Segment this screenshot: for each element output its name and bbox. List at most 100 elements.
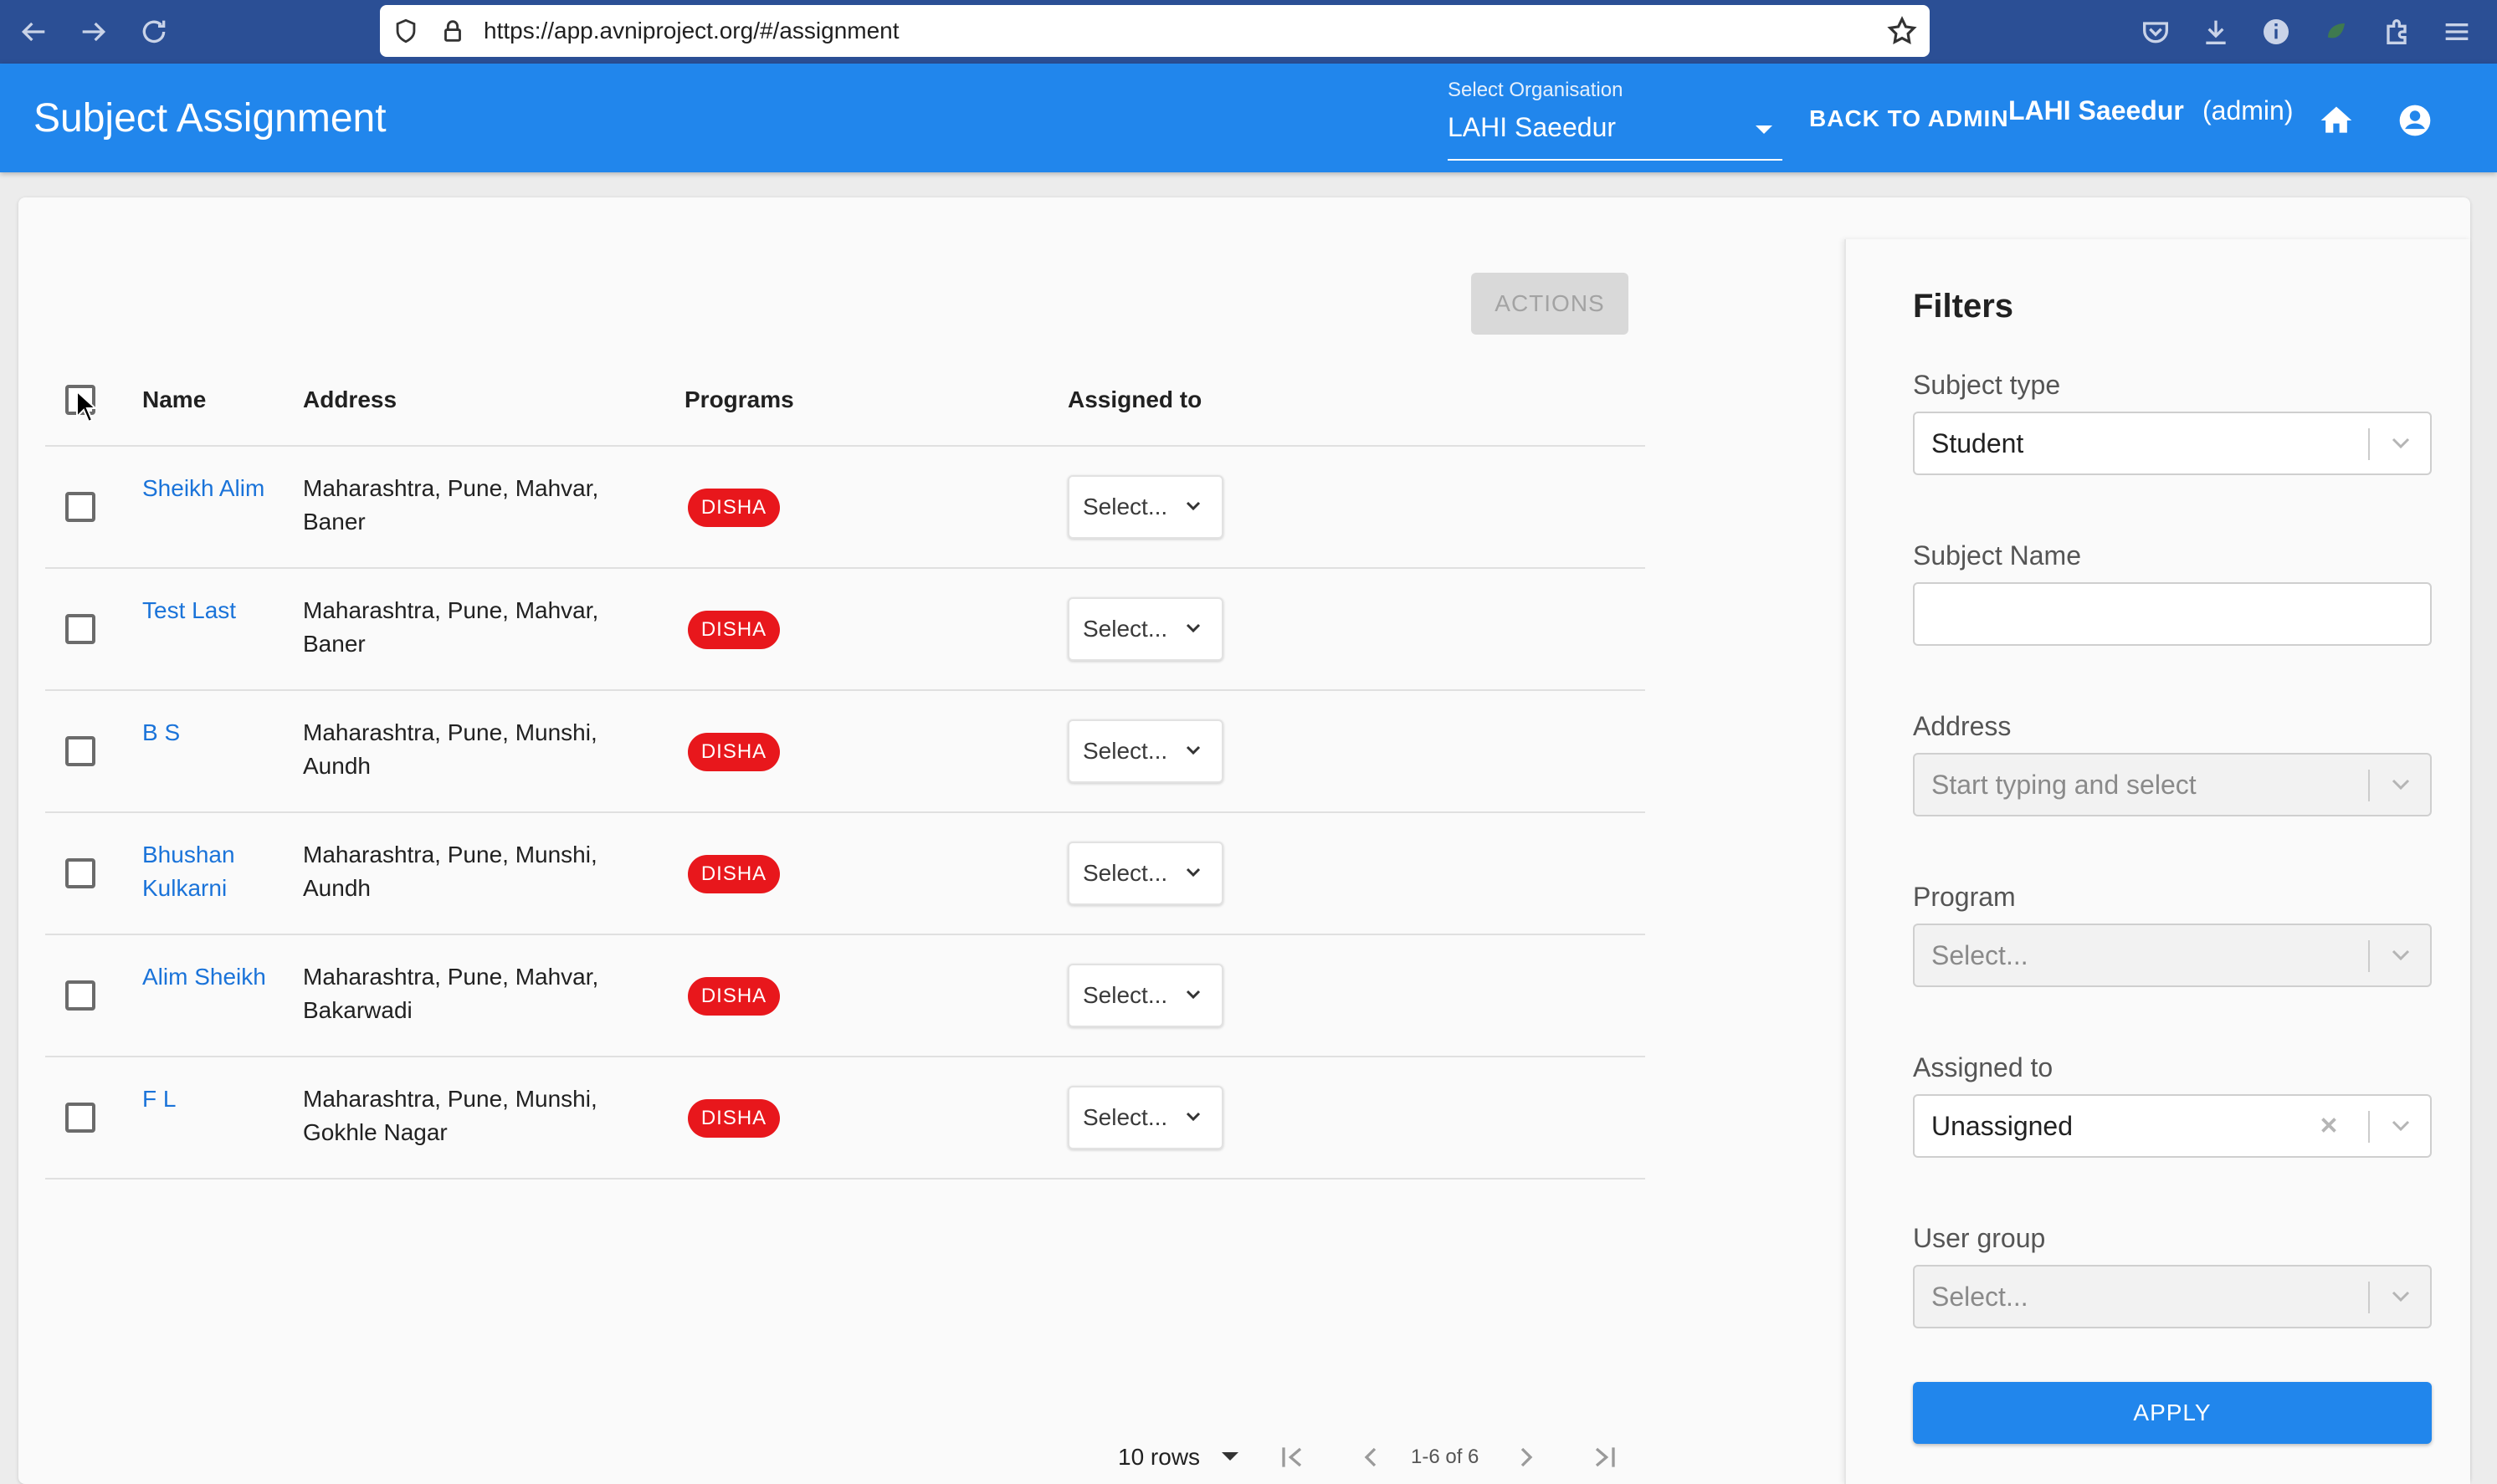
- table-row: F L Maharashtra, Pune, Munshi, Gokhle Na…: [45, 1057, 1645, 1180]
- table-row: Sheikh Alim Maharashtra, Pune, Mahvar, B…: [45, 447, 1645, 569]
- address-bar[interactable]: https://app.avniproject.org/#/assignment: [380, 5, 1930, 57]
- download-icon[interactable]: [2199, 15, 2233, 49]
- select-divider: [2368, 940, 2370, 972]
- assigned-to-select[interactable]: Unassigned: [1913, 1094, 2432, 1158]
- home-icon[interactable]: [2318, 102, 2355, 139]
- select-divider: [2368, 1282, 2370, 1313]
- next-page-icon[interactable]: [1510, 1441, 1543, 1474]
- chevron-down-icon[interactable]: [1185, 867, 1202, 878]
- first-page-icon[interactable]: [1275, 1441, 1309, 1474]
- rows-per-page-select[interactable]: 10 rows: [1118, 1432, 1200, 1482]
- info-icon[interactable]: [2259, 15, 2293, 49]
- page-range: 1-6 of 6: [1411, 1446, 1479, 1468]
- caret-down-icon[interactable]: [1222, 1452, 1238, 1461]
- table-row: Bhushan Kulkarni Maharashtra, Pune, Muns…: [45, 813, 1645, 935]
- user-group-select[interactable]: Select...: [1913, 1265, 2432, 1328]
- assign-select[interactable]: Select...: [1068, 597, 1223, 661]
- program-chip: DISHA: [688, 977, 780, 1016]
- column-header-programs[interactable]: Programs: [684, 368, 794, 432]
- shield-icon[interactable]: [392, 17, 420, 45]
- last-page-icon[interactable]: [1588, 1441, 1622, 1474]
- program-placeholder[interactable]: Select...: [1931, 925, 2028, 985]
- chevron-down-icon[interactable]: [1185, 500, 1202, 512]
- subject-name-input[interactable]: [1913, 582, 2432, 646]
- subject-name-label: Subject Name: [1913, 540, 2081, 571]
- user-group-placeholder[interactable]: Select...: [1931, 1267, 2028, 1327]
- row-checkbox[interactable]: [65, 858, 95, 888]
- row-checkbox[interactable]: [65, 736, 95, 766]
- bookmark-star-icon[interactable]: [1886, 15, 1918, 47]
- apply-button[interactable]: APPLY: [1913, 1382, 2432, 1444]
- assign-select-value[interactable]: Select...: [1083, 843, 1167, 903]
- chevron-down-icon[interactable]: [1185, 745, 1202, 756]
- address-placeholder[interactable]: Start typing and select: [1931, 755, 2197, 815]
- address-label: Address: [1913, 711, 2012, 741]
- chevron-down-icon[interactable]: [2390, 435, 2412, 452]
- assign-select[interactable]: Select...: [1068, 964, 1223, 1027]
- subject-name-link[interactable]: Alim Sheikh: [142, 960, 285, 994]
- filters-panel: Filters Subject type Student Subject Nam…: [1844, 239, 2470, 1484]
- org-select[interactable]: LAHI Saeedur: [1448, 107, 1782, 161]
- row-checkbox[interactable]: [65, 1103, 95, 1133]
- table-row: Test Last Maharashtra, Pune, Mahvar, Ban…: [45, 569, 1645, 691]
- back-to-admin-button[interactable]: BACK TO ADMIN: [1809, 105, 2009, 132]
- caret-down-icon[interactable]: [1756, 125, 1772, 134]
- user-role: (admin): [2202, 95, 2294, 125]
- table-row: B S Maharashtra, Pune, Munshi, Aundh DIS…: [45, 691, 1645, 813]
- mouse-cursor-icon: [76, 390, 98, 423]
- column-header-assigned-to[interactable]: Assigned to: [1068, 368, 1202, 432]
- reload-icon[interactable]: [137, 15, 171, 49]
- org-select-value[interactable]: LAHI Saeedur: [1448, 112, 1616, 143]
- assign-select-value[interactable]: Select...: [1083, 721, 1167, 781]
- assign-select[interactable]: Select...: [1068, 842, 1223, 905]
- assign-select[interactable]: Select...: [1068, 475, 1223, 539]
- row-checkbox[interactable]: [65, 980, 95, 1011]
- pocket-icon[interactable]: [2139, 15, 2172, 49]
- assign-select-value[interactable]: Select...: [1083, 477, 1167, 537]
- chevron-down-icon[interactable]: [1185, 1111, 1202, 1123]
- chevron-down-icon[interactable]: [1185, 989, 1202, 1000]
- user-name: LAHI Saeedur: [2008, 95, 2184, 125]
- subject-type-value[interactable]: Student: [1931, 413, 2023, 473]
- column-header-address[interactable]: Address: [303, 368, 397, 432]
- assign-select[interactable]: Select...: [1068, 1086, 1223, 1149]
- extension-leaf-icon[interactable]: [2320, 15, 2353, 49]
- program-chip: DISHA: [688, 611, 780, 649]
- back-arrow-icon[interactable]: [17, 15, 50, 49]
- filters-title: Filters: [1913, 288, 2014, 325]
- chevron-down-icon[interactable]: [2390, 776, 2412, 793]
- address-select[interactable]: Start typing and select: [1913, 753, 2432, 816]
- subject-name-link[interactable]: F L: [142, 1082, 285, 1116]
- previous-page-icon[interactable]: [1354, 1441, 1387, 1474]
- lock-icon[interactable]: [438, 17, 467, 45]
- chevron-down-icon[interactable]: [2390, 1118, 2412, 1134]
- url-text[interactable]: https://app.avniproject.org/#/assignment: [484, 5, 900, 57]
- program-chip: DISHA: [688, 855, 780, 893]
- assign-select-value[interactable]: Select...: [1083, 599, 1167, 659]
- subject-name-link[interactable]: Sheikh Alim: [142, 472, 285, 505]
- assign-select-value[interactable]: Select...: [1083, 1087, 1167, 1148]
- chevron-down-icon[interactable]: [2390, 1288, 2412, 1305]
- clear-icon[interactable]: [2316, 1113, 2341, 1138]
- assign-select-value[interactable]: Select...: [1083, 965, 1167, 1026]
- menu-icon[interactable]: [2440, 15, 2474, 49]
- user-group-label: User group: [1913, 1223, 2046, 1253]
- extensions-icon[interactable]: [2380, 15, 2413, 49]
- column-header-name[interactable]: Name: [142, 368, 206, 432]
- row-checkbox[interactable]: [65, 614, 95, 644]
- row-checkbox[interactable]: [65, 492, 95, 522]
- forward-arrow-icon[interactable]: [77, 15, 110, 49]
- chevron-down-icon[interactable]: [2390, 947, 2412, 964]
- select-divider: [2368, 1111, 2370, 1143]
- subject-name-link[interactable]: Bhushan Kulkarni: [142, 838, 285, 905]
- chevron-down-icon[interactable]: [1185, 622, 1202, 634]
- assigned-to-value[interactable]: Unassigned: [1931, 1096, 2073, 1156]
- program-label: Program: [1913, 882, 2016, 912]
- actions-button[interactable]: ACTIONS: [1471, 273, 1628, 335]
- subject-type-select[interactable]: Student: [1913, 412, 2432, 475]
- subject-name-link[interactable]: B S: [142, 716, 285, 750]
- account-circle-icon[interactable]: [2397, 102, 2433, 139]
- assign-select[interactable]: Select...: [1068, 719, 1223, 783]
- subject-name-link[interactable]: Test Last: [142, 594, 285, 627]
- program-select[interactable]: Select...: [1913, 924, 2432, 987]
